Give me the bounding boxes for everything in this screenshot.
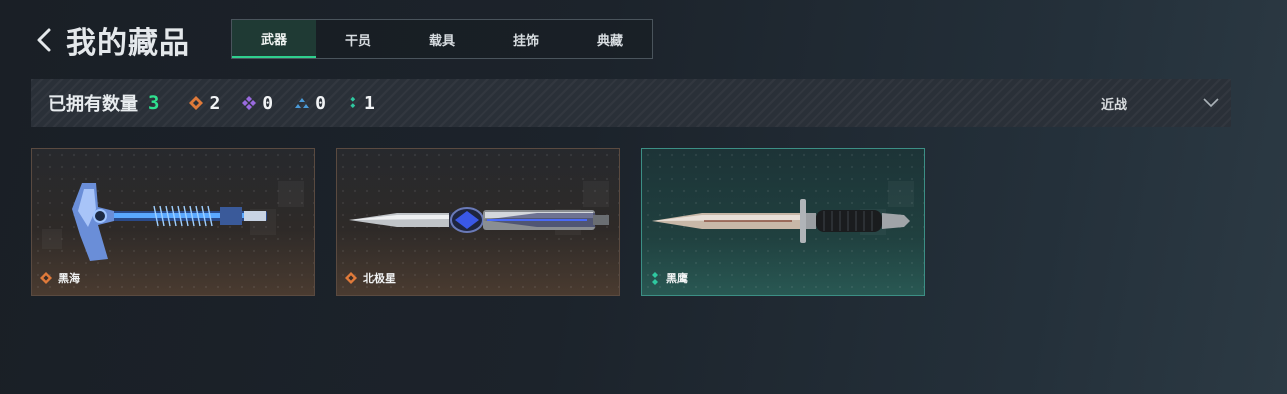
filter-selected-label: 近战 <box>1100 97 1127 113</box>
orange-diamond-icon <box>189 96 204 110</box>
orange-diamond-icon <box>345 272 357 284</box>
back-arrow-icon[interactable] <box>30 20 58 60</box>
owned-label: 已拥有数量 <box>48 94 138 115</box>
item-card-heihai[interactable]: 黑海 <box>31 148 315 296</box>
teal-dots-icon <box>350 96 356 108</box>
category-filter-dropdown[interactable]: 近战 <box>1101 79 1219 127</box>
item-name-row: 黑海 <box>40 270 80 286</box>
tab-weapons[interactable]: 武器 <box>232 20 316 58</box>
item-name: 黑海 <box>58 272 80 285</box>
header: 我的藏品 <box>30 18 190 62</box>
item-name: 北极星 <box>363 272 396 285</box>
teal-dots-icon <box>652 272 658 285</box>
page-title: 我的藏品 <box>66 26 190 61</box>
rarity-orange-stat: 2 <box>189 93 220 114</box>
blue-triangle-icon <box>295 98 310 108</box>
rarity-blue-count: 0 <box>315 92 326 114</box>
tab-vehicles[interactable]: 载具 <box>400 20 484 58</box>
owned-count: 3 <box>148 92 160 114</box>
rarity-blue-stat: 0 <box>295 93 326 114</box>
purple-diamond-icon <box>242 96 257 110</box>
item-name-row: 北极星 <box>345 270 396 286</box>
orange-diamond-icon <box>40 272 52 284</box>
rarity-orange-count: 2 <box>209 92 221 114</box>
item-name-row: 黑鹰 <box>650 270 688 286</box>
item-card-heiying[interactable]: 黑鹰 <box>641 148 925 296</box>
chevron-down-icon <box>1203 98 1219 108</box>
tab-operators[interactable]: 干员 <box>316 20 400 58</box>
rarity-teal-stat: 1 <box>348 93 375 114</box>
rarity-purple-count: 0 <box>262 92 274 114</box>
item-name: 黑鹰 <box>666 272 688 285</box>
tab-charms[interactable]: 挂饰 <box>484 20 568 58</box>
rarity-teal-count: 1 <box>363 92 375 114</box>
item-card-beijixing[interactable]: 北极星 <box>336 148 620 296</box>
category-tabs: 武器 干员 载具 挂饰 典藏 <box>231 19 653 59</box>
stats-bar: 已拥有数量 3 2 0 0 1 近战 <box>31 79 1231 127</box>
tab-collection[interactable]: 典藏 <box>568 20 652 58</box>
rarity-purple-stat: 0 <box>242 93 273 114</box>
